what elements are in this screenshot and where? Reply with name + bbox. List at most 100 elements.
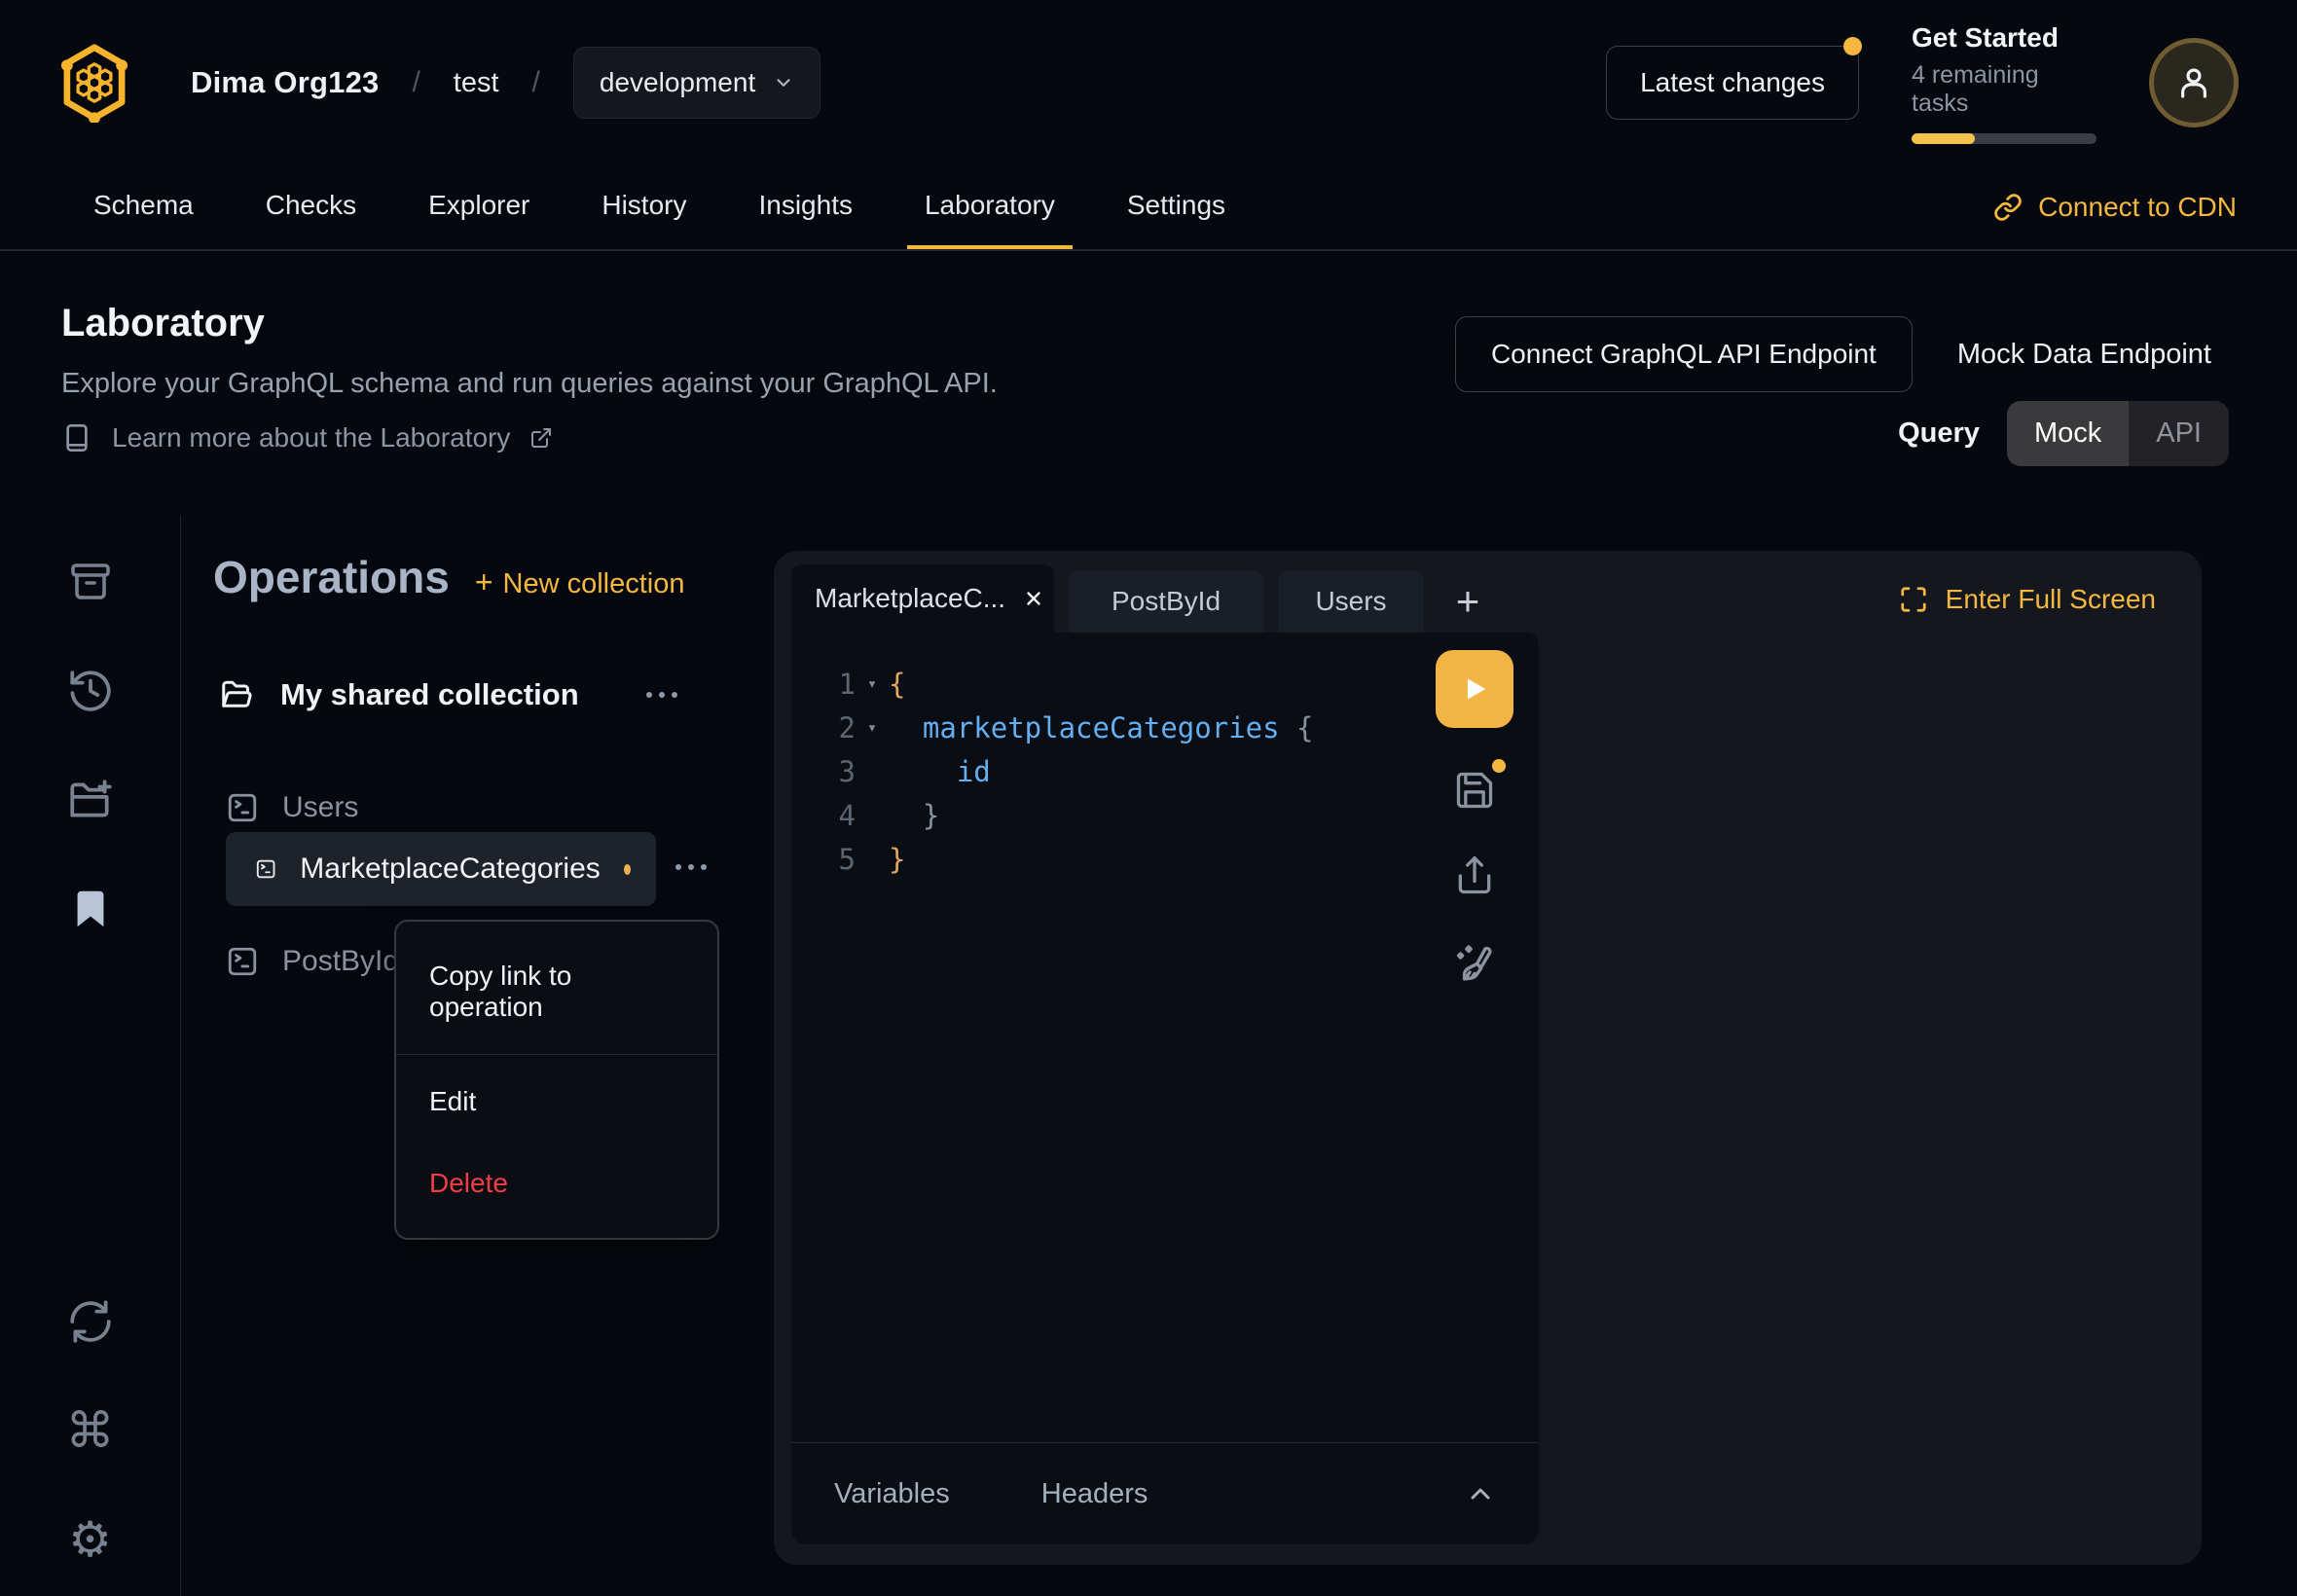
variables-tab[interactable]: Variables <box>834 1478 950 1510</box>
collection-menu-button[interactable] <box>646 692 677 698</box>
archive-icon[interactable] <box>63 555 118 609</box>
code-area[interactable]: 1 ▾ { 2 ▾ marketplaceCategories { 3 id 4 <box>791 633 1539 1442</box>
menu-item-delete[interactable]: Delete <box>396 1143 717 1224</box>
menu-divider <box>396 1054 717 1055</box>
gear-glyph: ⚙ <box>68 1515 112 1564</box>
editor-tab-marketplacecategories[interactable]: MarketplaceC... <box>791 564 1054 633</box>
laboratory-panel: MarketplaceC... PostById Users + Enter F… <box>774 551 2202 1565</box>
external-link-icon <box>529 426 553 450</box>
editor-tab-users[interactable]: Users <box>1278 570 1424 633</box>
operations-title: Operations <box>213 551 450 603</box>
hive-logo-icon[interactable] <box>58 43 130 123</box>
code-line: 4 } <box>791 793 1539 837</box>
connect-endpoint-button[interactable]: Connect GraphQL API Endpoint <box>1455 316 1913 392</box>
code-line: 5 } <box>791 837 1539 881</box>
bookmark-icon[interactable] <box>63 882 118 936</box>
chevron-down-icon <box>773 72 794 93</box>
unsaved-dot <box>1492 759 1506 773</box>
operation-context-menu: Copy link to operation Edit Delete <box>394 920 719 1240</box>
new-collection-label: New collection <box>503 568 685 600</box>
target-select[interactable]: development <box>573 47 820 119</box>
operation-icon <box>226 791 259 824</box>
chevron-up-icon[interactable] <box>1465 1478 1496 1509</box>
top-bar-right: Latest changes Get Started 4 remaining t… <box>1606 22 2239 144</box>
tab-laboratory[interactable]: Laboratory <box>907 165 1073 249</box>
menu-item-edit[interactable]: Edit <box>396 1061 717 1143</box>
new-tab-button[interactable]: + <box>1434 570 1502 633</box>
fold-arrow-icon[interactable]: ▾ <box>856 718 889 738</box>
operation-label: PostById <box>282 945 399 978</box>
fullscreen-button[interactable]: Enter Full Screen <box>1899 584 2156 615</box>
menu-item-copy-link[interactable]: Copy link to operation <box>396 935 717 1048</box>
code-line: 2 ▾ marketplaceCategories { <box>791 706 1539 749</box>
tab-insights[interactable]: Insights <box>741 165 870 249</box>
operation-item-marketplacecategories[interactable]: MarketplaceCategories <box>226 832 656 906</box>
user-avatar[interactable] <box>2149 38 2239 127</box>
save-icon[interactable] <box>1451 767 1498 814</box>
breadcrumb-org[interactable]: Dima Org123 <box>191 65 379 100</box>
editor-tab-label: MarketplaceC... <box>815 583 1005 614</box>
user-icon <box>2173 62 2214 103</box>
get-started-title: Get Started <box>1912 22 2096 54</box>
play-triangle <box>1458 672 1491 706</box>
toggle-mock[interactable]: Mock <box>2007 401 2129 466</box>
breadcrumb-separator: / <box>412 66 419 99</box>
query-editor[interactable]: 1 ▾ { 2 ▾ marketplaceCategories { 3 id 4 <box>791 633 1539 1544</box>
command-glyph: ⌘ <box>66 1406 115 1455</box>
rail-top-group <box>63 555 118 936</box>
refresh-icon[interactable] <box>63 1294 118 1349</box>
get-started[interactable]: Get Started 4 remaining tasks <box>1912 22 2096 144</box>
new-collection-button[interactable]: + New collection <box>475 564 685 600</box>
connect-to-cdn-label: Connect to CDN <box>2038 192 2237 223</box>
close-icon[interactable] <box>1023 588 1044 609</box>
tab-settings[interactable]: Settings <box>1110 165 1243 249</box>
plus-icon: + <box>475 564 493 600</box>
fold-arrow-icon[interactable]: ▾ <box>856 674 889 694</box>
tab-checks[interactable]: Checks <box>248 165 374 249</box>
main-nav: Schema Checks Explorer History Insights … <box>0 165 2297 251</box>
tab-schema[interactable]: Schema <box>76 165 211 249</box>
mock-api-toggle: Mock API <box>2007 401 2229 466</box>
operation-label: MarketplaceCategories <box>300 852 600 886</box>
collection-row[interactable]: My shared collection <box>220 677 736 712</box>
history-icon[interactable] <box>63 664 118 718</box>
rail-bottom-group: ⌘ ⚙ <box>63 1294 118 1567</box>
latest-changes-button[interactable]: Latest changes <box>1606 46 1859 120</box>
code-line: 3 id <box>791 749 1539 793</box>
line-number: 4 <box>791 799 856 832</box>
operation-menu-button[interactable] <box>675 864 707 870</box>
prettify-icon[interactable] <box>1451 938 1498 985</box>
query-toggle-row: Query Mock API <box>1898 401 2229 466</box>
get-started-progressbar <box>1912 133 2096 144</box>
operation-item-postbyid[interactable]: PostById <box>226 925 399 998</box>
target-select-value: development <box>600 67 755 98</box>
collection-name: My shared collection <box>280 677 579 712</box>
editor-actions <box>1436 650 1513 985</box>
line-number: 2 <box>791 711 856 744</box>
latest-changes-label: Latest changes <box>1640 67 1825 97</box>
shortcuts-icon[interactable]: ⌘ <box>63 1403 118 1458</box>
folder-open-icon <box>220 677 255 712</box>
operation-icon <box>226 945 259 978</box>
settings-icon[interactable]: ⚙ <box>63 1512 118 1567</box>
line-number: 1 <box>791 668 856 701</box>
top-bar: Dima Org123 / test / development Latest … <box>0 0 2297 165</box>
tab-history[interactable]: History <box>584 165 704 249</box>
connect-to-cdn-link[interactable]: Connect to CDN <box>1993 165 2237 249</box>
operation-label: Users <box>282 791 358 824</box>
new-folder-icon[interactable] <box>63 773 118 827</box>
editor-footer: Variables Headers <box>791 1442 1539 1544</box>
run-icon[interactable] <box>1436 650 1513 728</box>
breadcrumb-project[interactable]: test <box>454 67 499 99</box>
headers-tab[interactable]: Headers <box>1041 1478 1148 1510</box>
breadcrumb-separator: / <box>532 66 540 99</box>
mock-endpoint-button[interactable]: Mock Data Endpoint <box>1957 339 2211 371</box>
editor-tab-postbyid[interactable]: PostById <box>1069 570 1263 633</box>
get-started-subtitle: 4 remaining tasks <box>1912 61 2096 118</box>
share-icon[interactable] <box>1451 852 1498 899</box>
tab-explorer[interactable]: Explorer <box>411 165 547 249</box>
line-number: 3 <box>791 755 856 788</box>
toggle-api[interactable]: API <box>2129 401 2229 466</box>
learn-more-link[interactable]: Learn more about the Laboratory <box>61 422 553 453</box>
fullscreen-label: Enter Full Screen <box>1946 584 2156 615</box>
